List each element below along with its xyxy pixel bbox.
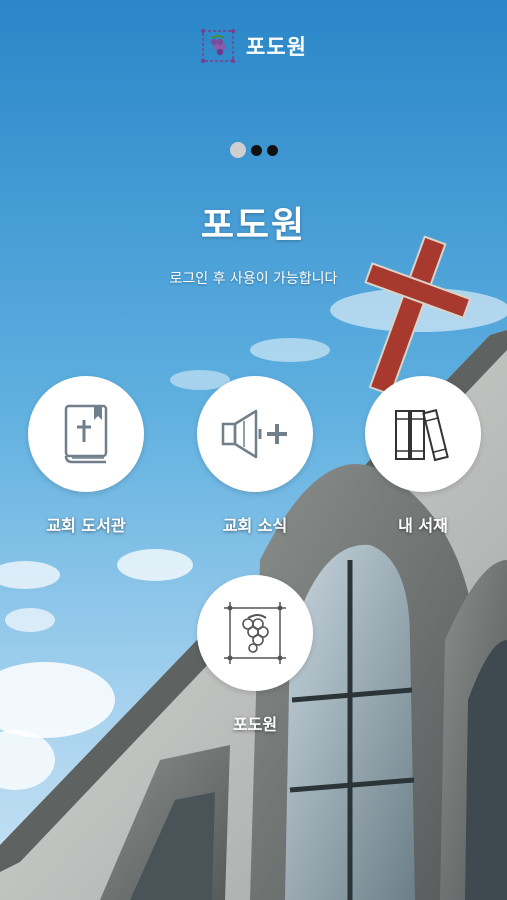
- bible-icon: [64, 404, 108, 464]
- church-news-button[interactable]: [197, 376, 313, 492]
- login-notice: 로그인 후 사용이 가능합니다: [169, 271, 338, 287]
- hero-title: 포도원: [200, 205, 307, 246]
- page-dot-3[interactable]: [266, 144, 278, 156]
- church-library-label: 교회 도서관: [46, 516, 126, 535]
- page-dot-2[interactable]: [250, 144, 262, 156]
- page-dot-1[interactable]: [229, 142, 246, 158]
- podowon-label: 포도원: [232, 715, 278, 734]
- menu-my-library[interactable]: 내 서재: [348, 376, 498, 536]
- header-title: 포도원: [246, 35, 307, 59]
- grape-logo-icon: [201, 29, 236, 63]
- my-library-label: 내 서재: [398, 516, 448, 535]
- menu-podowon[interactable]: 포도원: [180, 575, 330, 735]
- page-indicator: [0, 142, 507, 158]
- church-library-button[interactable]: [28, 376, 144, 492]
- church-news-label: 교회 소식: [222, 516, 288, 535]
- my-library-button[interactable]: [365, 376, 481, 492]
- podowon-button[interactable]: [197, 575, 313, 691]
- grape-frame-icon: [224, 602, 286, 664]
- menu-church-news[interactable]: 교회 소식: [180, 376, 330, 536]
- app-header: 포도원: [0, 0, 507, 92]
- menu-church-library[interactable]: 교회 도서관: [11, 376, 161, 536]
- speaker-plus-icon: [221, 409, 287, 459]
- books-icon: [395, 409, 449, 462]
